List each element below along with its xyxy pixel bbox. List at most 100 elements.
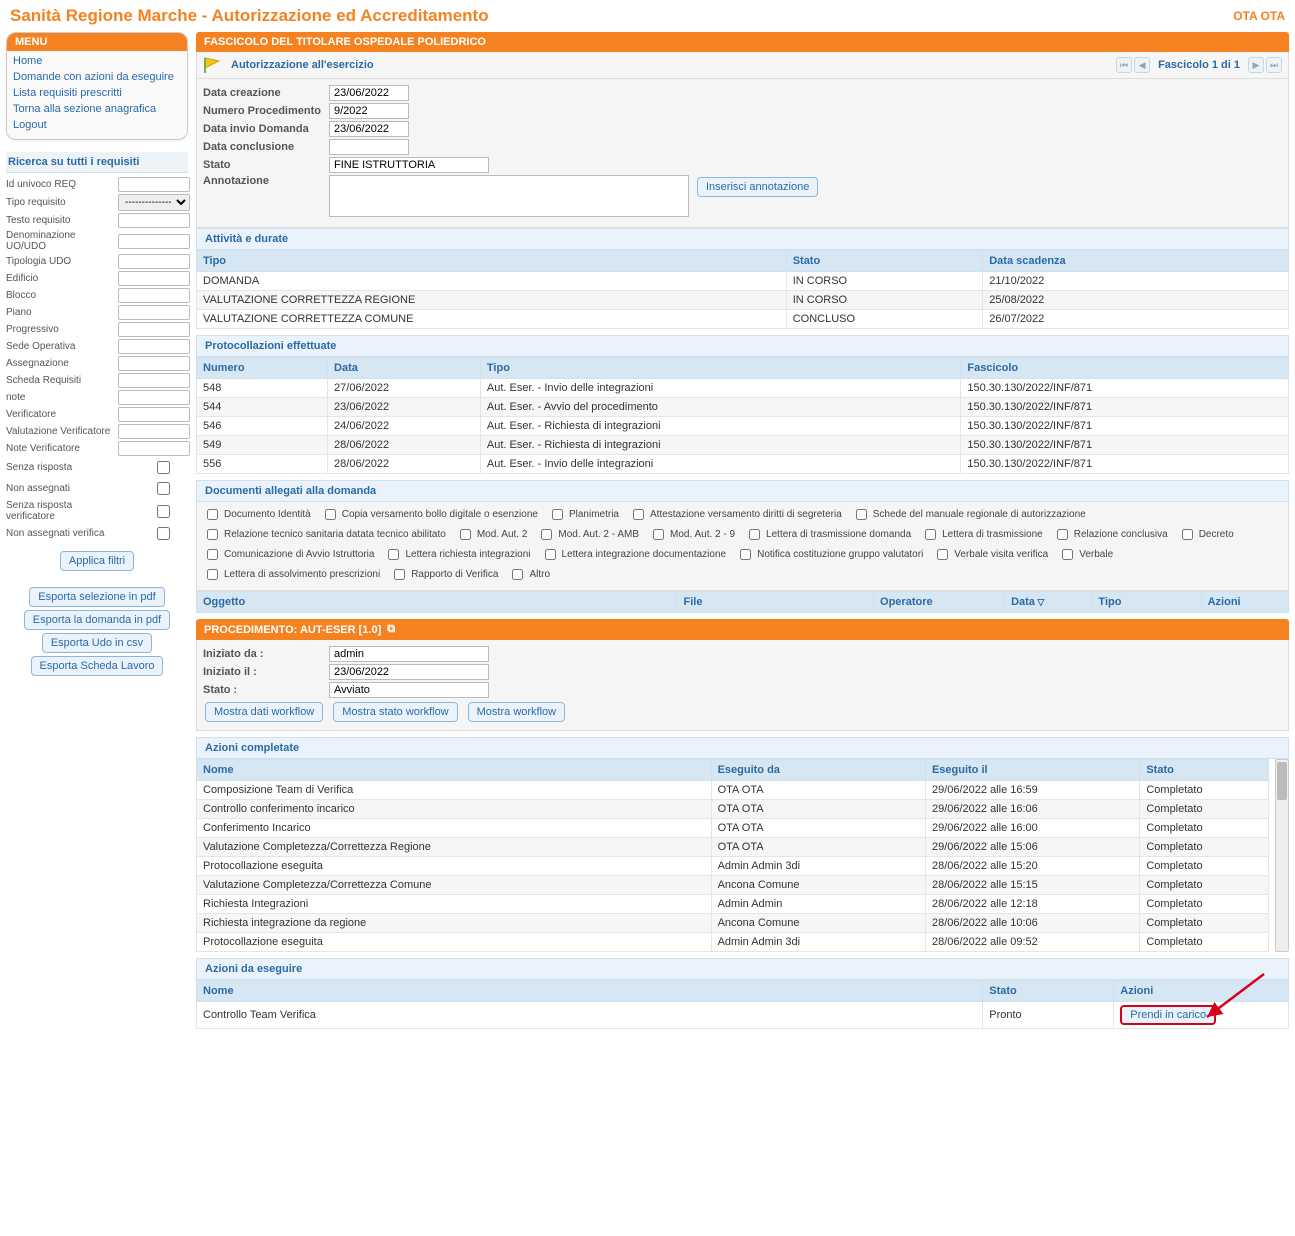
filter-input[interactable] (118, 288, 190, 303)
filter-input[interactable] (118, 271, 190, 286)
table-cell: 150.30.130/2022/INF/871 (961, 379, 1289, 398)
column-header[interactable]: Oggetto (197, 592, 677, 613)
workflow-button[interactable]: Mostra workflow (468, 702, 565, 722)
table-row: Protocollazione eseguitaAdmin Admin 3di2… (197, 857, 1269, 876)
nav-first-icon[interactable]: ⏮ (1116, 57, 1132, 73)
table-row: 54827/06/2022Aut. Eser. - Invio delle in… (197, 379, 1289, 398)
filter-input[interactable] (118, 322, 190, 337)
filter-input[interactable] (118, 356, 190, 371)
scrollbar[interactable] (1275, 759, 1289, 952)
doc-checkbox[interactable] (207, 529, 218, 540)
column-header[interactable]: Azioni (1201, 592, 1288, 613)
table-cell: Aut. Eser. - Invio delle integrazioni (480, 379, 960, 398)
doc-checkbox[interactable] (541, 529, 552, 540)
doc-checkbox[interactable] (388, 549, 399, 560)
doc-checkbox[interactable] (749, 529, 760, 540)
table-cell: Completato (1140, 876, 1269, 895)
doc-checkbox[interactable] (937, 549, 948, 560)
filter-input[interactable] (157, 461, 170, 474)
table-cell: 29/06/2022 alle 16:00 (925, 819, 1139, 838)
filter-input[interactable] (118, 234, 190, 249)
filter-input[interactable] (118, 424, 190, 439)
table-cell: Valutazione Completezza/Correttezza Regi… (197, 838, 712, 857)
filter-input[interactable] (118, 390, 190, 405)
filter-input[interactable] (118, 254, 190, 269)
table-cell: 28/06/2022 alle 10:06 (925, 914, 1139, 933)
doc-checkbox[interactable] (512, 569, 523, 580)
annotazione-textarea[interactable] (329, 175, 689, 217)
doc-checkbox[interactable] (207, 569, 218, 580)
table-cell: Completato (1140, 914, 1269, 933)
form-label: Iniziato da : (203, 648, 323, 660)
workflow-button[interactable]: Mostra dati workflow (205, 702, 323, 722)
doc-checkbox[interactable] (207, 509, 218, 520)
doc-check-label: Notifica costituzione gruppo valutatori (757, 547, 923, 563)
doc-checkbox[interactable] (552, 509, 563, 520)
doc-checkbox[interactable] (856, 509, 867, 520)
table-cell: 150.30.130/2022/INF/871 (961, 398, 1289, 417)
workflow-button[interactable]: Mostra stato workflow (333, 702, 457, 722)
apply-filters-button[interactable]: Applica filtri (60, 551, 134, 571)
menu-item[interactable]: Lista requisiti prescritti (13, 85, 181, 101)
doc-checkbox[interactable] (1182, 529, 1193, 540)
form-value (329, 103, 409, 119)
doc-checkbox[interactable] (1057, 529, 1068, 540)
table-row: 54928/06/2022Aut. Eser. - Richiesta di i… (197, 436, 1289, 455)
export-button[interactable]: Esporta Udo in csv (42, 633, 152, 653)
column-header[interactable]: Data ▽ (1005, 592, 1092, 613)
table-cell: Aut. Eser. - Avvio del procedimento (480, 398, 960, 417)
table-row: 54624/06/2022Aut. Eser. - Richiesta di i… (197, 417, 1289, 436)
column-header[interactable]: File (677, 592, 874, 613)
doc-checkbox[interactable] (545, 549, 556, 560)
menu-item[interactable]: Home (13, 53, 181, 69)
column-header: Data (328, 358, 481, 379)
detach-icon[interactable]: ⧉ (387, 623, 395, 636)
filter-input[interactable]: --------------- (118, 194, 190, 211)
column-header[interactable]: Operatore (874, 592, 1005, 613)
doc-checkbox[interactable] (394, 569, 405, 580)
sort-desc-icon[interactable]: ▽ (1035, 597, 1044, 607)
nav-last-icon[interactable]: ⏭ (1266, 57, 1282, 73)
nav-next-icon[interactable]: ▶ (1248, 57, 1264, 73)
column-header[interactable]: Tipo (1092, 592, 1201, 613)
form-label: Numero Procedimento (203, 105, 323, 117)
doc-checkbox[interactable] (653, 529, 664, 540)
doc-checkbox[interactable] (633, 509, 644, 520)
menu-item[interactable]: Torna alla sezione anagrafica (13, 101, 181, 117)
table-cell: Aut. Eser. - Richiesta di integrazioni (480, 417, 960, 436)
protocollazioni-header: Protocollazioni effettuate (196, 335, 1289, 357)
filter-input[interactable] (118, 177, 190, 192)
form-label: Data creazione (203, 87, 323, 99)
menu-item[interactable]: Logout (13, 117, 181, 133)
filter-input[interactable] (118, 213, 190, 228)
doc-checkbox[interactable] (1062, 549, 1073, 560)
menu-item[interactable]: Domande con azioni da eseguire (13, 69, 181, 85)
doc-checkbox[interactable] (740, 549, 751, 560)
inserisci-annotazione-button[interactable]: Inserisci annotazione (697, 177, 818, 197)
filter-input[interactable] (157, 527, 170, 540)
doc-checkbox[interactable] (325, 509, 336, 520)
export-button[interactable]: Esporta Scheda Lavoro (31, 656, 164, 676)
table-cell: Controllo conferimento incarico (197, 800, 712, 819)
filter-input[interactable] (118, 305, 190, 320)
doc-checkbox[interactable] (925, 529, 936, 540)
table-cell: Admin Admin 3di (711, 857, 925, 876)
filter-input[interactable] (118, 339, 190, 354)
table-cell: OTA OTA (711, 819, 925, 838)
filter-input[interactable] (118, 407, 190, 422)
doc-checkbox[interactable] (207, 549, 218, 560)
nav-prev-icon[interactable]: ◀ (1134, 57, 1150, 73)
documenti-header: Documenti allegati alla domanda (196, 480, 1289, 502)
table-cell: 28/06/2022 (328, 455, 481, 474)
form-value (329, 121, 409, 137)
doc-checkbox[interactable] (460, 529, 471, 540)
filter-input[interactable] (157, 482, 170, 495)
export-button[interactable]: Esporta selezione in pdf (29, 587, 164, 607)
filter-input[interactable] (118, 441, 190, 456)
export-button[interactable]: Esporta la domanda in pdf (24, 610, 170, 630)
filter-label: Denominazione UO/UDO (6, 230, 114, 252)
prendi-in-carico-button[interactable]: Prendi in carico (1120, 1005, 1216, 1025)
filter-input[interactable] (157, 505, 170, 518)
doc-check-label: Mod. Aut. 2 - AMB (558, 527, 639, 543)
filter-input[interactable] (118, 373, 190, 388)
